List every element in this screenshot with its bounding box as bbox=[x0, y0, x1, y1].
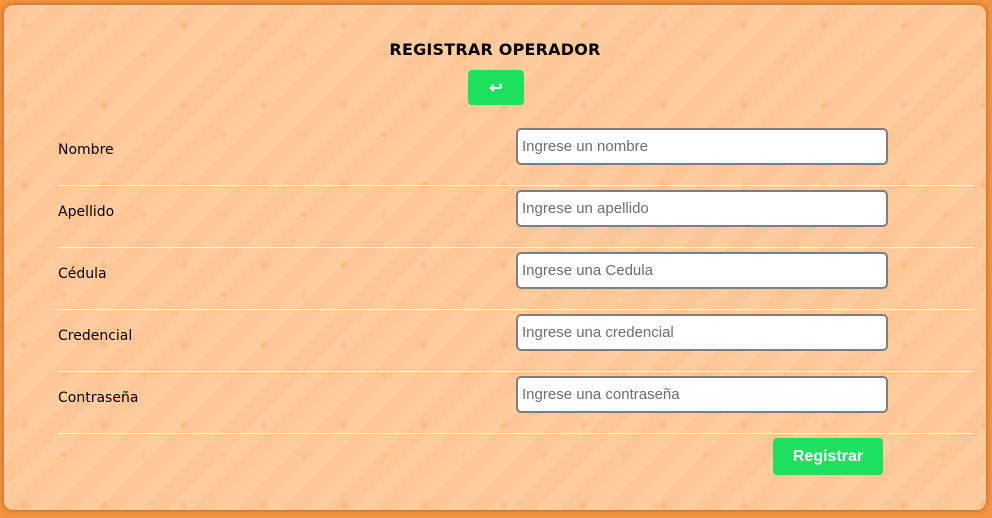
contrasena-input[interactable] bbox=[516, 376, 888, 413]
form-row-cedula: Cédula bbox=[58, 247, 974, 310]
form-row-apellido: Apellido bbox=[58, 185, 974, 248]
return-arrow-icon: ↩ bbox=[489, 79, 503, 97]
credencial-label: Credencial bbox=[58, 328, 133, 344]
nombre-input[interactable] bbox=[516, 128, 888, 165]
form-row-contrasena: Contraseña bbox=[58, 371, 974, 434]
back-button[interactable]: ↩ bbox=[468, 70, 524, 105]
registration-card: REGISTRAR OPERADOR ↩ Nombre Apellido Céd… bbox=[4, 5, 986, 510]
registrar-button[interactable]: Registrar bbox=[773, 438, 883, 475]
apellido-label: Apellido bbox=[58, 204, 115, 220]
page-title: REGISTRAR OPERADOR bbox=[389, 40, 601, 59]
nombre-label: Nombre bbox=[58, 142, 114, 158]
form-row-credencial: Credencial bbox=[58, 309, 974, 372]
contrasena-label: Contraseña bbox=[58, 390, 139, 406]
cedula-input[interactable] bbox=[516, 252, 888, 289]
form-row-nombre: Nombre bbox=[58, 123, 974, 186]
credencial-input[interactable] bbox=[516, 314, 888, 351]
cedula-label: Cédula bbox=[58, 266, 107, 282]
apellido-input[interactable] bbox=[516, 190, 888, 227]
